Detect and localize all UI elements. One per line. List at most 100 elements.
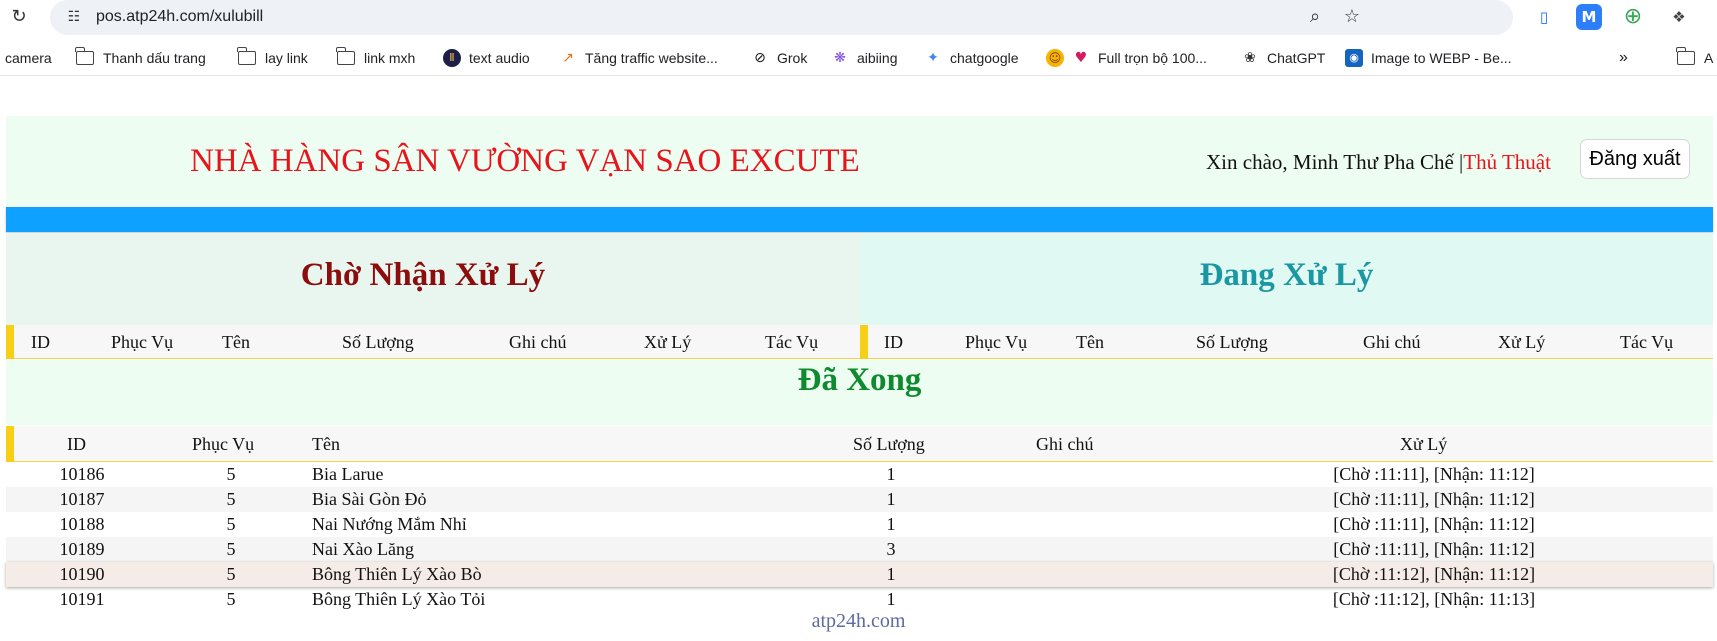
cell-quantity: 3 [886,539,896,559]
pending-table-header: ID Phục Vụ Tên Số Lượng Ghi chú Xử Lý Tá… [6,325,860,359]
table-row-highlighted[interactable]: 10190 5 Bông Thiên Lý Xào Bò 1 [Chờ :11:… [6,562,1713,587]
header-accent [860,325,868,359]
bookmark-label: camera [5,50,52,66]
bookmark-label: text audio [469,50,530,66]
folder-icon [237,47,256,65]
table-row[interactable]: 10186 5 Bia Larue 1 [Chờ :11:11], [Nhận:… [6,462,1713,487]
bookmark-tang-traffic[interactable]: ↗ Tăng traffic website... [559,48,718,68]
col-server: Phục Vụ [111,332,174,352]
cell-quantity: 1 [886,464,896,484]
restaurant-title: NHÀ HÀNG SÂN VƯỜNG VẠN SAO EXCUTE [190,143,860,179]
cell-server: 5 [226,539,236,559]
header-divider-bar [6,207,1713,232]
user-greeting: Xin chào, Minh Thư Pha Chế |Thủ Thuật [1206,149,1551,175]
chart-icon: ↗ [562,50,574,66]
webp-icon: ◉ [1345,49,1363,67]
cell-name: Bông Thiên Lý Xào Tỏi [312,589,486,609]
bookmark-label: Thanh dấu trang [103,50,206,66]
heart-icon: ♥ [1074,50,1088,66]
header-accent [6,426,14,462]
col-id: ID [67,434,86,454]
cell-process: [Chờ :11:11], [Nhận: 11:12] [1333,539,1535,559]
browser-toolbar: ↻ ☷ pos.atp24h.com/xulubill ⌕ ☆ ▯ M ⊕ ❖ [0,0,1717,35]
col-process: Xử Lý [644,332,692,352]
col-note: Ghi chú [1363,332,1421,352]
cell-process: [Chờ :11:12], [Nhận: 11:12] [1332,564,1536,584]
url-text[interactable]: pos.atp24h.com/xulubill [96,7,263,27]
bookmark-full-tron-bo[interactable]: ☺ ♥ Full trọn bộ 100... [1046,48,1207,68]
bookmark-link-mxh[interactable]: link mxh [336,47,416,68]
cell-server: 5 [226,489,236,509]
bookmark-label: Grok [777,50,808,66]
col-quantity: Số Lượng [853,434,925,454]
bookmark-lay-link[interactable]: lay link [237,47,308,68]
cell-name: Bông Thiên Lý Xào Bò [312,564,482,584]
col-process: Xử Lý [1400,434,1448,454]
reading-mode-icon[interactable]: ▯ [1531,4,1557,30]
overflow-chevron-icon: » [1619,49,1628,66]
bookmark-label: ChatGPT [1267,50,1326,66]
col-process: Xử Lý [1498,332,1546,352]
bookmark-chatgpt[interactable]: ❀ ChatGPT [1241,48,1325,68]
greeting-text: Xin chào, Minh Thư Pha Chế | [1206,150,1464,174]
extensions-puzzle-icon[interactable]: ❖ [1666,4,1692,30]
bookmark-thanh-dau-trang[interactable]: Thanh dấu trang [75,47,206,68]
cell-name: Bia Larue [312,464,384,484]
cell-process: [Chờ :11:11], [Nhận: 11:12] [1333,514,1535,534]
table-row[interactable]: 10187 5 Bia Sài Gòn Đỏ 1 [Chờ :11:11], [… [6,487,1713,512]
cell-quantity: 1 [886,564,896,584]
cell-id: 10191 [59,589,105,609]
bookmark-camera[interactable]: camera [5,48,52,68]
col-quantity: Số Lượng [342,332,414,352]
cell-server: 5 [226,514,236,534]
cell-quantity: 1 [886,589,896,609]
folder-icon [336,47,355,65]
page-header: NHÀ HÀNG SÂN VƯỜNG VẠN SAO EXCUTE Xin ch… [6,116,1713,206]
pending-panel-header: Chờ Nhận Xử Lý [6,233,860,325]
done-spacer [6,405,1713,425]
bookmark-label: lay link [265,50,308,66]
bookmark-chatgoogle[interactable]: ✦ chatgoogle [924,48,1018,68]
col-server: Phục Vụ [192,434,255,454]
extension-m-icon[interactable]: M [1576,4,1602,30]
footer-site-link[interactable]: atp24h.com [0,609,1717,633]
table-row[interactable]: 10188 5 Nai Nướng Mắm Nhỉ 1 [Chờ :11:11]… [6,512,1713,537]
cell-process: [Chờ :11:11], [Nhận: 11:12] [1333,489,1535,509]
bookmark-text-audio[interactable]: Ⅱtext audio [443,48,530,68]
cell-process: [Chờ :11:12], [Nhận: 11:13] [1332,589,1536,609]
logout-button[interactable]: Đăng xuất [1580,139,1690,179]
cell-server: 5 [226,464,236,484]
zoom-icon[interactable]: ⌕ [1303,5,1327,29]
table-row[interactable]: 10189 5 Nai Xào Lăng 3 [Chờ :11:11], [Nh… [6,537,1713,562]
processing-panel-header: Đang Xử Lý [860,233,1713,325]
site-info-icon[interactable]: ☷ [64,7,84,27]
bookmark-image-to-webp[interactable]: ◉ Image to WEBP - Be... [1345,48,1512,68]
col-id: ID [884,332,903,352]
col-name: Tên [312,434,340,454]
emoji-icon: ☺ [1046,49,1064,67]
bookmark-grok[interactable]: ⊘ Grok [751,48,807,68]
bookmark-aibiing[interactable]: ❋ aibiing [831,48,897,68]
cell-id: 10188 [59,514,105,534]
bookmarks-overflow-button[interactable]: » [1619,48,1628,68]
cell-quantity: 1 [886,489,896,509]
bookmark-star-icon[interactable]: ☆ [1340,5,1364,29]
bookmark-label: A [1704,50,1714,66]
col-quantity: Số Lượng [1196,332,1268,352]
audio-icon: Ⅱ [443,49,461,67]
cell-name: Nai Xào Lăng [312,539,414,559]
reload-icon[interactable]: ↻ [8,6,30,28]
tips-link[interactable]: Thủ Thuật [1463,150,1551,174]
col-action: Tác Vụ [765,332,819,352]
done-table-header: ID Phục Vụ Tên Số Lượng Ghi chú Xử Lý [6,426,1713,462]
col-action: Tác Vụ [1620,332,1674,352]
bookmark-other[interactable]: A [1676,47,1714,68]
bookmarks-bar: camera Thanh dấu trang lay link link mxh… [0,41,1717,76]
cell-id: 10190 [59,564,105,584]
cell-server: 5 [226,564,236,584]
bookmark-label: link mxh [364,50,416,66]
address-bar[interactable]: ☷ pos.atp24h.com/xulubill ⌕ ☆ [50,0,1513,35]
bookmark-label: Image to WEBP - Be... [1371,50,1512,66]
processing-title: Đang Xử Lý [1199,257,1374,293]
extension-plus-icon[interactable]: ⊕ [1620,4,1646,30]
